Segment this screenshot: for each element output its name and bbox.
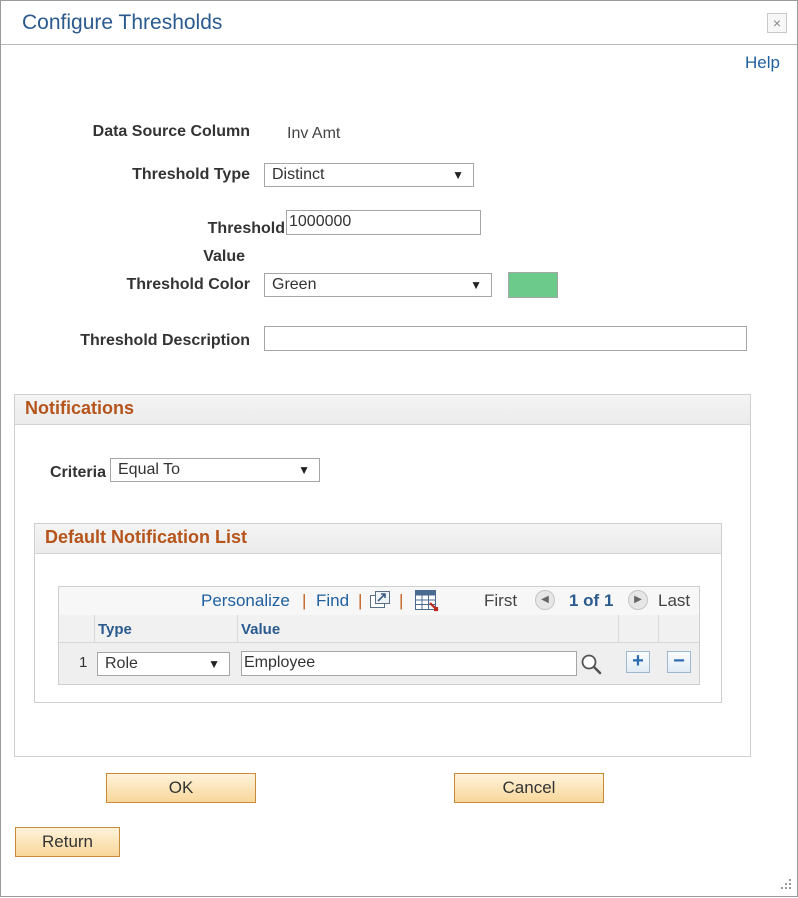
dropdown-arrow-icon: ▼ <box>208 657 220 671</box>
threshold-color-swatch <box>508 272 558 298</box>
last-label: Last <box>658 591 691 610</box>
threshold-color-label: Threshold Color <box>126 276 250 293</box>
delete-row-icon[interactable]: − <box>667 651 691 673</box>
row-value: Employee <box>244 654 316 671</box>
prev-icon[interactable]: ◀ <box>535 590 555 610</box>
zoom-icon[interactable] <box>369 590 391 610</box>
add-row-icon[interactable]: + <box>626 651 650 673</box>
default-notification-list-header: Default Notification List <box>35 524 721 554</box>
dropdown-arrow-icon: ▼ <box>470 278 482 292</box>
notification-grid: Personalize | Find | | First ◀ 1 of 1 ▶ … <box>58 586 700 685</box>
cancel-button[interactable]: Cancel <box>454 773 604 803</box>
search-icon[interactable] <box>579 652 603 676</box>
dialog-titlebar: Configure Thresholds × <box>1 1 797 45</box>
threshold-color-select[interactable]: Green ▼ <box>264 273 492 297</box>
dropdown-arrow-icon: ▼ <box>298 463 310 477</box>
threshold-description-input[interactable] <box>264 326 747 351</box>
dialog-title: Configure Thresholds <box>22 11 223 34</box>
data-source-column-value: Inv Amt <box>287 125 341 142</box>
criteria-label: Criteria <box>49 464 106 481</box>
return-button[interactable]: Return <box>15 827 120 857</box>
row-number: 1 <box>79 654 88 671</box>
threshold-type-value: Distinct <box>272 166 325 183</box>
row-type-select[interactable]: Role ▼ <box>97 652 230 676</box>
dropdown-arrow-icon: ▼ <box>452 168 464 182</box>
row-value-input[interactable]: Employee <box>241 651 577 676</box>
download-grid-icon[interactable] <box>414 589 440 613</box>
threshold-value: 1000000 <box>289 213 352 230</box>
first-label: First <box>484 591 518 610</box>
threshold-type-label: Threshold Type <box>132 166 250 183</box>
threshold-value-label: Threshold <box>207 220 285 237</box>
criteria-select[interactable]: Equal To ▼ <box>110 458 320 482</box>
page-range: 1 of 1 <box>569 591 614 610</box>
threshold-value-label-line2: Value <box>203 248 245 265</box>
ok-button[interactable]: OK <box>106 773 256 803</box>
notifications-header: Notifications <box>15 395 750 425</box>
close-icon[interactable]: × <box>767 13 787 33</box>
column-header-type[interactable]: Type <box>98 621 132 638</box>
data-source-column-label: Data Source Column <box>92 123 250 140</box>
column-header-value[interactable]: Value <box>241 621 280 638</box>
threshold-color-value: Green <box>272 276 317 293</box>
toolbar-divider: | <box>302 591 307 610</box>
toolbar-divider: | <box>358 591 363 610</box>
grid-header-row <box>59 615 699 643</box>
row-type-value: Role <box>105 655 138 672</box>
personalize-link[interactable]: Personalize <box>201 591 290 611</box>
configure-thresholds-dialog: Configure Thresholds × Help Data Source … <box>0 0 798 897</box>
threshold-description-label: Threshold Description <box>80 332 250 349</box>
toolbar-divider: | <box>399 591 404 610</box>
find-link[interactable]: Find <box>316 591 349 611</box>
next-icon[interactable]: ▶ <box>628 590 648 610</box>
criteria-value: Equal To <box>118 461 180 478</box>
threshold-type-select[interactable]: Distinct ▼ <box>264 163 474 187</box>
help-link[interactable]: Help <box>745 53 780 73</box>
threshold-value-input[interactable]: 1000000 <box>286 210 481 235</box>
resize-grip-icon[interactable] <box>777 877 793 893</box>
